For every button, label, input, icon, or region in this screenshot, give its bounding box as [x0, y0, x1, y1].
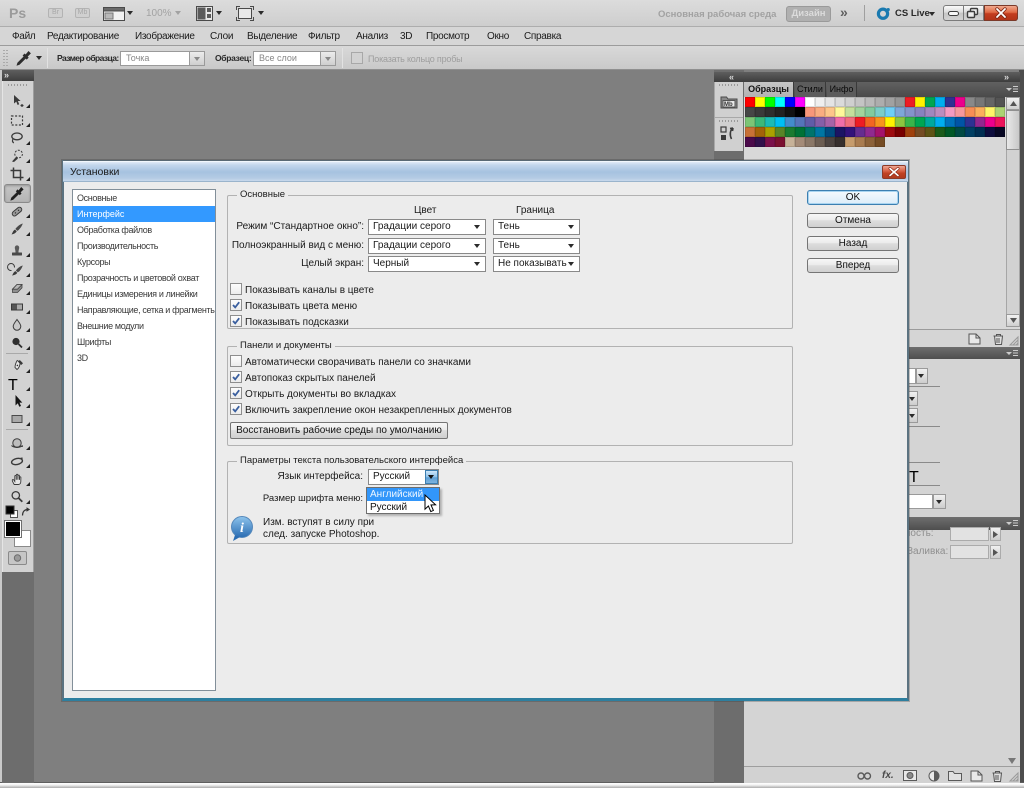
svg-text:Mb: Mb	[724, 102, 733, 108]
svg-text:i: i	[240, 521, 244, 536]
